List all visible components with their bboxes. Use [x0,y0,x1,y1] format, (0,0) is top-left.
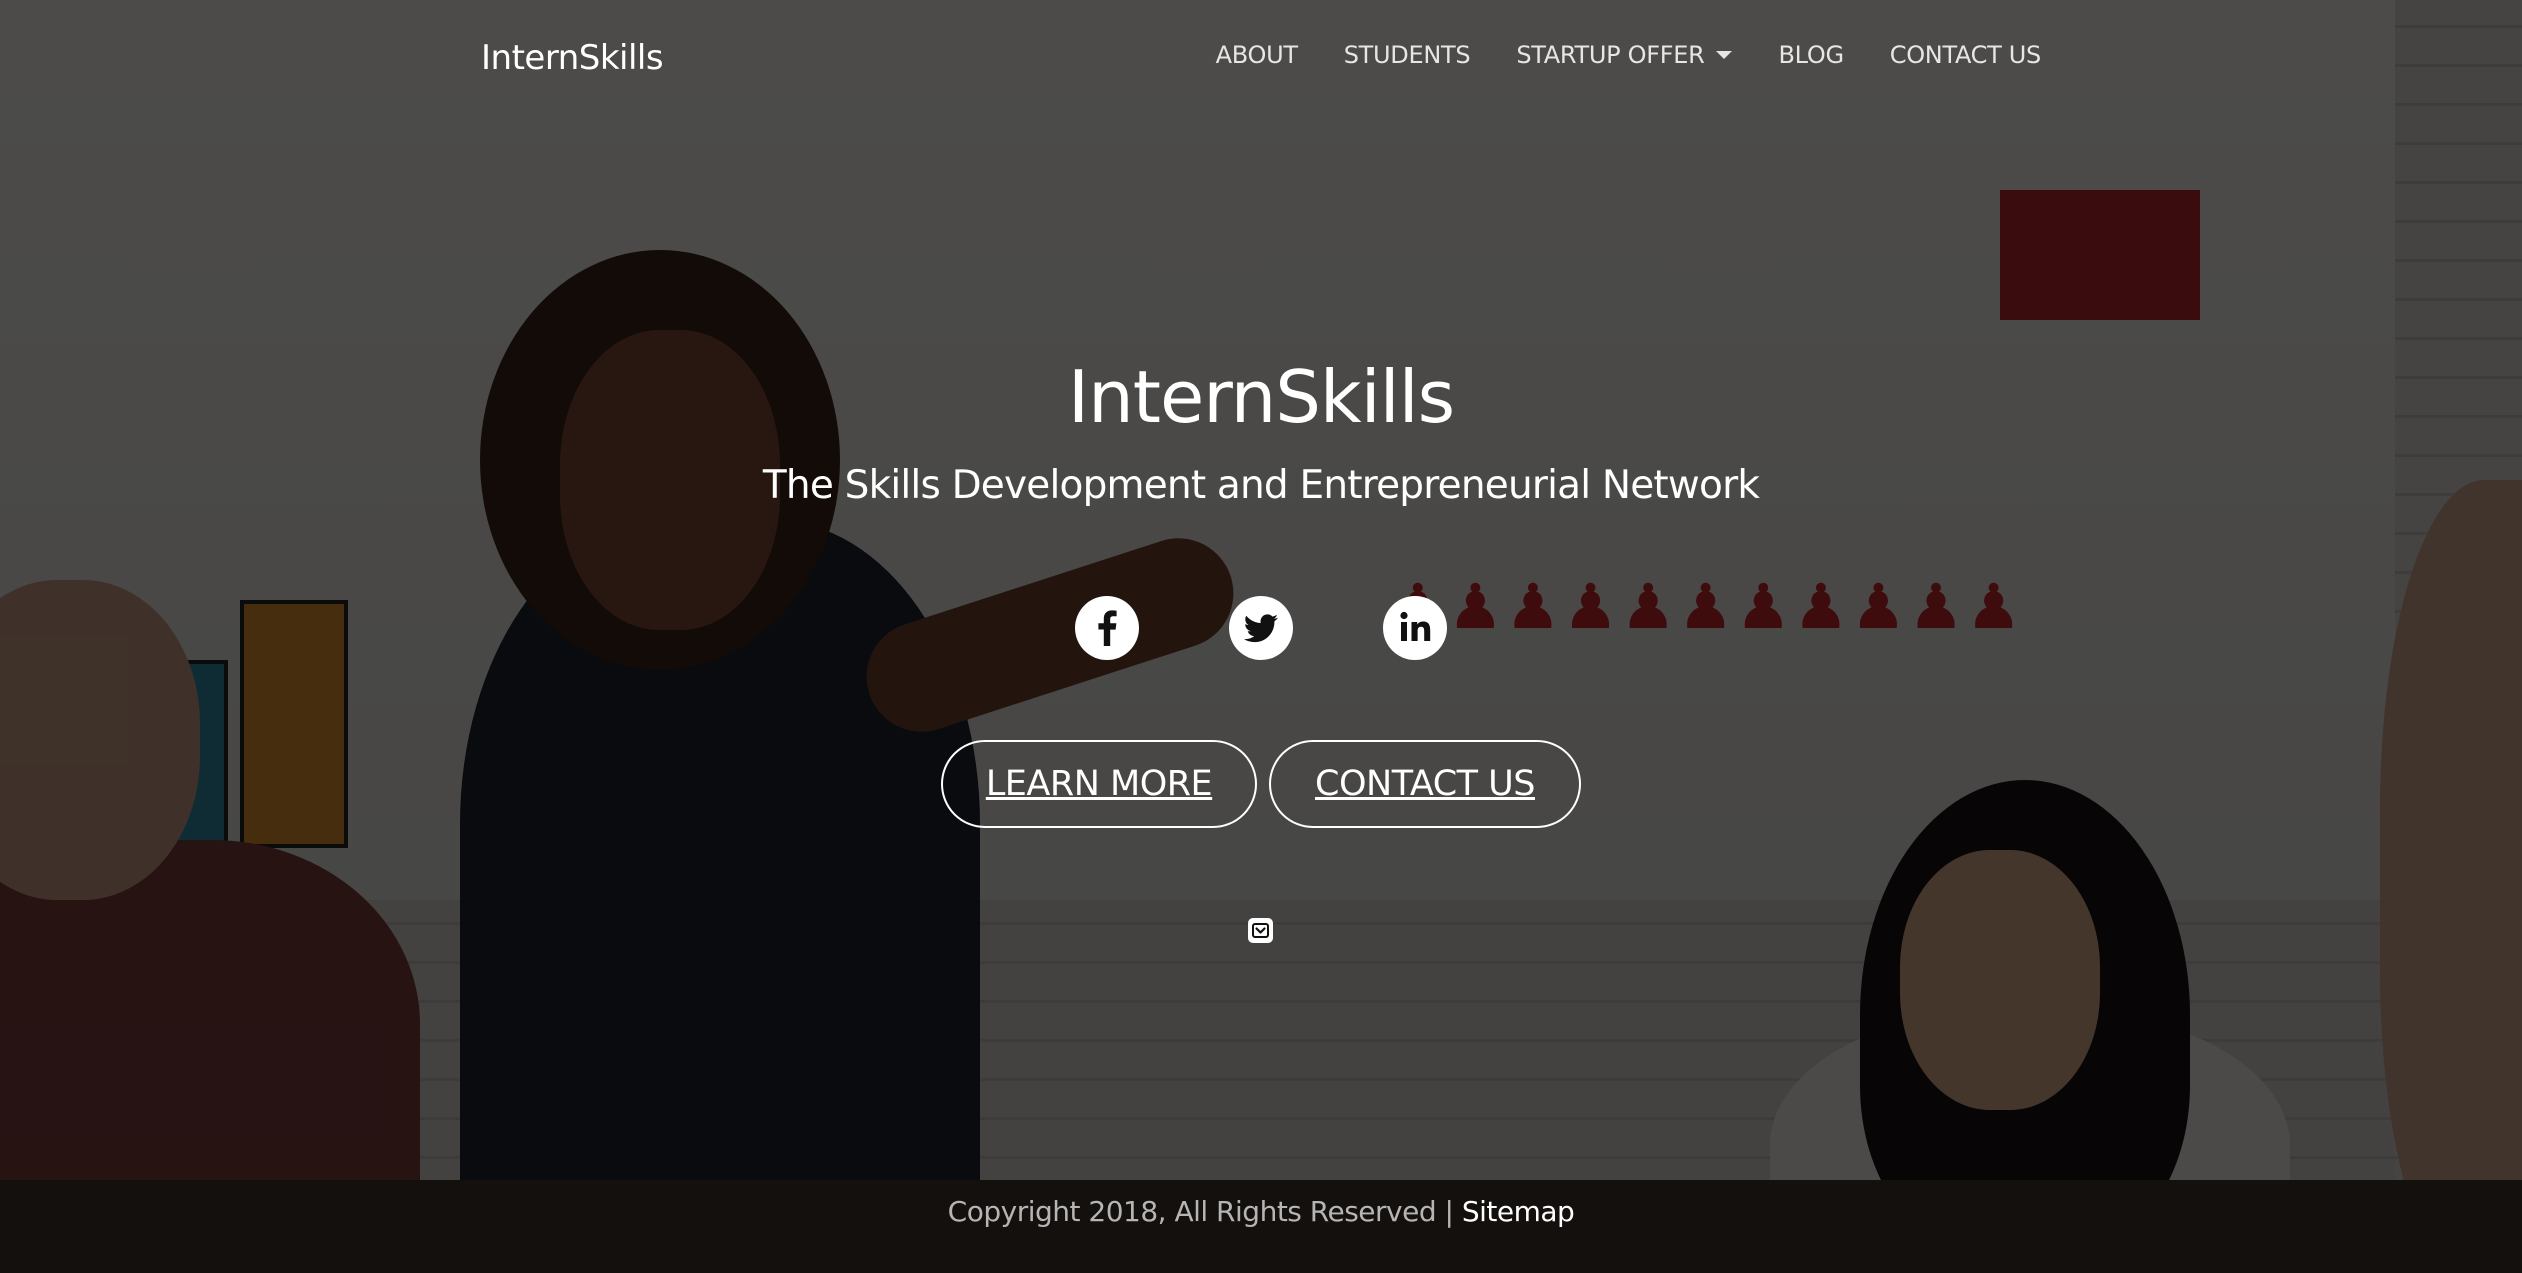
linkedin-icon [1400,611,1431,641]
nav-dropdown-startup-offer[interactable]: STARTUP OFFER [1516,38,1733,72]
nav-item-about: ABOUT [1216,38,1298,72]
footer: Copyright 2018, All Rights Reserved | Si… [0,1190,2522,1234]
nav-item-students: STUDENTS [1344,38,1471,72]
scroll-down-button[interactable] [1248,918,1273,943]
landing-page: ♟♟♟♟♟♟♟♟♟♟♟ InternSkills ABOUT STUDENTS … [0,0,2522,1273]
nav-item-startup-offer: STARTUP OFFER [1516,38,1733,72]
contact-us-button[interactable]: CONTACT US [1269,740,1581,828]
nav-menu: ABOUT STUDENTS STARTUP OFFER BLOG CONTAC… [1170,38,2042,72]
copyright-text: Copyright 2018, All Rights Reserved | [947,1195,1462,1228]
nav-link-contact-us[interactable]: CONTACT US [1890,38,2042,72]
social-links [0,596,2522,660]
twitter-icon [1243,614,1278,643]
linkedin-link[interactable] [1383,596,1447,660]
nav-link-blog[interactable]: BLOG [1778,38,1844,72]
learn-more-button[interactable]: LEARN MORE [941,740,1257,828]
sitemap-link[interactable]: Sitemap [1462,1195,1575,1228]
hero-title: InternSkills [1067,355,1455,439]
nav-item-contact-us: CONTACT US [1890,38,2042,72]
brand-logo-link[interactable]: InternSkills [481,36,664,80]
facebook-icon [1098,610,1117,646]
nav-link-students[interactable]: STUDENTS [1344,38,1471,72]
top-navbar: InternSkills ABOUT STUDENTS STARTUP OFFE… [0,0,2522,110]
nav-link-about[interactable]: ABOUT [1216,38,1298,72]
chevron-down-box-icon [1252,923,1269,938]
twitter-link[interactable] [1229,596,1293,660]
caret-down-icon [1716,51,1733,59]
facebook-link[interactable] [1075,596,1139,660]
nav-link-startup-offer-label: STARTUP OFFER [1516,41,1705,69]
nav-item-blog: BLOG [1778,38,1844,72]
cta-buttons: LEARN MORE CONTACT US [0,740,2522,828]
hero-subtitle: The Skills Development and Entrepreneuri… [762,463,1760,508]
